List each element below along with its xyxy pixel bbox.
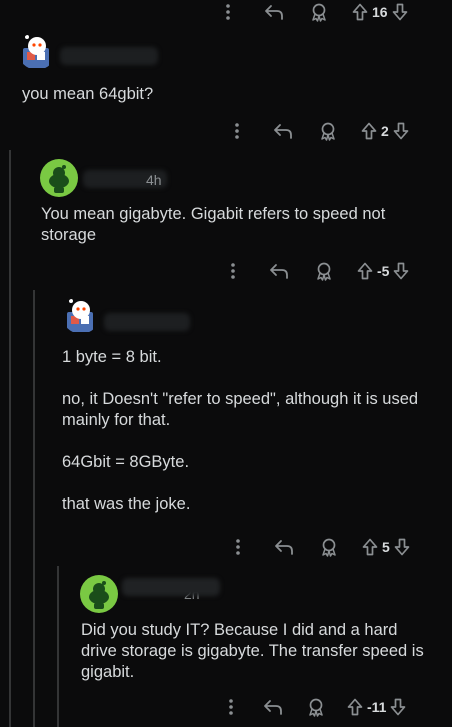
vote-group: 16 (352, 3, 408, 21)
vote-score: 2 (381, 123, 389, 139)
award-icon[interactable] (315, 261, 333, 281)
reply-icon[interactable] (273, 123, 293, 139)
avatar[interactable] (40, 159, 78, 197)
redacted-username (104, 313, 190, 331)
downvote-icon[interactable] (394, 538, 410, 556)
comment-body: 1 byte = 8 bit. no, it Doesn't "refer to… (62, 347, 442, 515)
vote-score: -5 (377, 263, 390, 279)
redacted-username (60, 47, 158, 65)
more-icon[interactable] (226, 4, 230, 20)
downvote-icon[interactable] (390, 698, 406, 716)
reply-icon[interactable] (274, 539, 294, 555)
comment-actions: -5 (231, 259, 436, 283)
award-icon[interactable] (320, 537, 338, 557)
vote-group: -11 (347, 698, 406, 716)
upvote-icon[interactable] (357, 262, 373, 280)
upvote-icon[interactable] (352, 3, 368, 21)
award-icon[interactable] (319, 121, 337, 141)
vote-score: -11 (367, 699, 387, 715)
downvote-icon[interactable] (393, 122, 409, 140)
avatar[interactable] (18, 32, 56, 70)
redacted-username (122, 578, 220, 596)
comment-text: Did you study IT? Because I did and a ha… (81, 621, 424, 681)
comment-actions: 2 (235, 119, 435, 143)
downvote-icon[interactable] (393, 262, 409, 280)
upvote-icon[interactable] (362, 538, 378, 556)
more-icon[interactable] (229, 699, 233, 715)
reply-icon[interactable] (269, 263, 289, 279)
thread-line[interactable] (33, 290, 35, 727)
comment-text: 1 byte = 8 bit. (62, 348, 162, 366)
downvote-icon[interactable] (392, 3, 408, 21)
comment-body: You mean gigabyte. Gigabit refers to spe… (41, 204, 436, 246)
upvote-icon[interactable] (361, 122, 377, 140)
vote-group: 2 (361, 122, 409, 140)
reply-icon[interactable] (263, 699, 283, 715)
comment-body: you mean 64gbit? (22, 84, 422, 105)
comment-text: that was the joke. (62, 495, 191, 513)
avatar[interactable] (80, 575, 118, 613)
comment-text: You mean gigabyte. Gigabit refers to spe… (41, 205, 386, 244)
thread-line[interactable] (9, 150, 11, 727)
vote-score: 5 (382, 539, 390, 555)
vote-group: 5 (362, 538, 410, 556)
comment-text: no, it Doesn't "refer to speed", althoug… (62, 390, 419, 429)
more-icon[interactable] (236, 539, 240, 555)
comment-text: you mean 64gbit? (22, 85, 154, 103)
thread-line[interactable] (57, 566, 59, 727)
comment-actions: 5 (236, 535, 436, 559)
award-icon[interactable] (310, 2, 328, 22)
avatar[interactable] (62, 296, 100, 334)
award-icon[interactable] (307, 697, 325, 717)
comment-actions: 16 (226, 0, 438, 24)
comment-timestamp: 4h (146, 172, 162, 188)
more-icon[interactable] (235, 123, 239, 139)
more-icon[interactable] (231, 263, 235, 279)
vote-score: 16 (372, 4, 388, 20)
upvote-icon[interactable] (347, 698, 363, 716)
comment-actions: -11 (229, 695, 439, 719)
comment-text: 64Gbit = 8GByte. (62, 453, 190, 471)
comment-body: Did you study IT? Because I did and a ha… (81, 620, 436, 683)
reply-icon[interactable] (264, 4, 284, 20)
vote-group: -5 (357, 262, 409, 280)
